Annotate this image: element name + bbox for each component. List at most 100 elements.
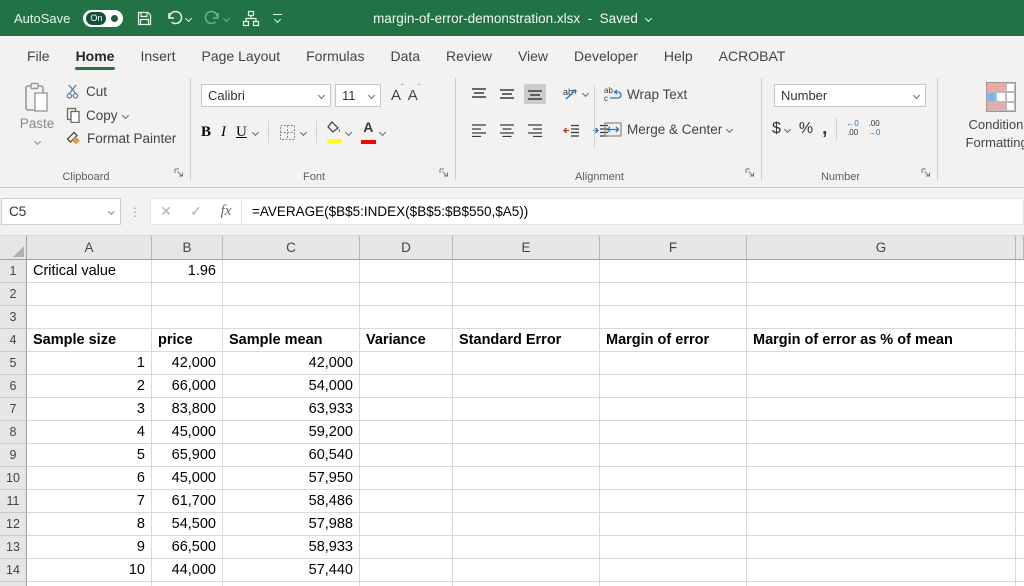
cell-G4[interactable]: Margin of error as % of mean bbox=[747, 329, 1016, 352]
quick-access-customize-icon[interactable] bbox=[273, 14, 282, 22]
cell-partial12[interactable] bbox=[1016, 513, 1024, 536]
row-header-14[interactable]: 14 bbox=[0, 559, 27, 582]
column-header-A[interactable]: A bbox=[27, 236, 152, 260]
align-left-button[interactable] bbox=[468, 120, 490, 140]
font-color-dropdown-icon[interactable] bbox=[379, 128, 386, 135]
cell-G13[interactable] bbox=[747, 536, 1016, 559]
cell-E5[interactable] bbox=[453, 352, 600, 375]
cell-G11[interactable] bbox=[747, 490, 1016, 513]
cell-C12[interactable]: 57,988 bbox=[223, 513, 360, 536]
cell-F1[interactable] bbox=[600, 260, 747, 283]
cell-D14[interactable] bbox=[360, 559, 453, 582]
cell-C6[interactable]: 54,000 bbox=[223, 375, 360, 398]
cell-D5[interactable] bbox=[360, 352, 453, 375]
cell-C11[interactable]: 58,486 bbox=[223, 490, 360, 513]
cell-B6[interactable]: 66,000 bbox=[152, 375, 223, 398]
cell-B15[interactable]: 57,000 bbox=[152, 582, 223, 586]
cell-B1[interactable]: 1.96 bbox=[152, 260, 223, 283]
align-middle-button[interactable] bbox=[496, 84, 518, 104]
cell-F5[interactable] bbox=[600, 352, 747, 375]
cell-E8[interactable] bbox=[453, 421, 600, 444]
row-header-5[interactable]: 5 bbox=[0, 352, 27, 375]
alignment-dialog-launcher[interactable] bbox=[745, 165, 755, 183]
cell-E2[interactable] bbox=[453, 283, 600, 306]
tab-formulas[interactable]: Formulas bbox=[293, 39, 377, 72]
autosave-toggle[interactable]: On bbox=[83, 10, 123, 27]
cell-E6[interactable] bbox=[453, 375, 600, 398]
fill-color-button[interactable] bbox=[327, 121, 342, 143]
cell-partial7[interactable] bbox=[1016, 398, 1024, 421]
cell-partial4[interactable] bbox=[1016, 329, 1024, 352]
cell-G10[interactable] bbox=[747, 467, 1016, 490]
borders-button[interactable] bbox=[279, 124, 306, 141]
conditional-formatting-button[interactable]: Conditional Formatting bbox=[956, 82, 1024, 151]
cell-A3[interactable] bbox=[27, 306, 152, 329]
cell-D11[interactable] bbox=[360, 490, 453, 513]
cell-B4[interactable]: price bbox=[152, 329, 223, 352]
align-right-button[interactable] bbox=[524, 120, 546, 140]
cell-B2[interactable] bbox=[152, 283, 223, 306]
cell-D7[interactable] bbox=[360, 398, 453, 421]
paste-dropdown-icon[interactable] bbox=[33, 138, 40, 145]
cell-A7[interactable]: 3 bbox=[27, 398, 152, 421]
column-header-C[interactable]: C bbox=[223, 236, 360, 260]
cell-C13[interactable]: 58,933 bbox=[223, 536, 360, 559]
cell-B14[interactable]: 44,000 bbox=[152, 559, 223, 582]
cell-D10[interactable] bbox=[360, 467, 453, 490]
cell-partial5[interactable] bbox=[1016, 352, 1024, 375]
row-header-8[interactable]: 8 bbox=[0, 421, 27, 444]
cell-F12[interactable] bbox=[600, 513, 747, 536]
font-dialog-launcher[interactable] bbox=[439, 165, 449, 183]
row-header-3[interactable]: 3 bbox=[0, 306, 27, 329]
cell-G3[interactable] bbox=[747, 306, 1016, 329]
cell-partial15[interactable] bbox=[1016, 582, 1024, 586]
cell-B10[interactable]: 45,000 bbox=[152, 467, 223, 490]
number-format-select[interactable]: Number bbox=[774, 84, 926, 107]
percent-button[interactable]: % bbox=[799, 120, 813, 138]
row-header-6[interactable]: 6 bbox=[0, 375, 27, 398]
cell-G8[interactable] bbox=[747, 421, 1016, 444]
cell-A2[interactable] bbox=[27, 283, 152, 306]
orientation-dropdown-icon[interactable] bbox=[582, 90, 589, 97]
cell-E1[interactable] bbox=[453, 260, 600, 283]
column-header-D[interactable]: D bbox=[360, 236, 453, 260]
select-all-corner[interactable] bbox=[0, 236, 27, 260]
cell-F6[interactable] bbox=[600, 375, 747, 398]
column-header-partial[interactable] bbox=[1016, 236, 1024, 260]
cell-C4[interactable]: Sample mean bbox=[223, 329, 360, 352]
redo-button[interactable] bbox=[204, 10, 229, 26]
tab-page-layout[interactable]: Page Layout bbox=[188, 39, 293, 72]
cell-B7[interactable]: 83,800 bbox=[152, 398, 223, 421]
cell-F10[interactable] bbox=[600, 467, 747, 490]
cell-E15[interactable] bbox=[453, 582, 600, 586]
cell-G1[interactable] bbox=[747, 260, 1016, 283]
font-color-button[interactable]: A bbox=[361, 120, 376, 144]
cell-D3[interactable] bbox=[360, 306, 453, 329]
cell-F4[interactable]: Margin of error bbox=[600, 329, 747, 352]
cell-F11[interactable] bbox=[600, 490, 747, 513]
cell-C14[interactable]: 57,440 bbox=[223, 559, 360, 582]
borders-dropdown-icon[interactable] bbox=[300, 128, 307, 135]
font-name-select[interactable]: Calibri bbox=[201, 84, 331, 107]
title-dropdown-icon[interactable] bbox=[645, 14, 652, 21]
cell-partial2[interactable] bbox=[1016, 283, 1024, 306]
tab-acrobat[interactable]: ACROBAT bbox=[706, 39, 799, 72]
cell-G7[interactable] bbox=[747, 398, 1016, 421]
cell-E11[interactable] bbox=[453, 490, 600, 513]
cell-B5[interactable]: 42,000 bbox=[152, 352, 223, 375]
cell-F13[interactable] bbox=[600, 536, 747, 559]
cell-D6[interactable] bbox=[360, 375, 453, 398]
undo-button[interactable] bbox=[166, 10, 191, 26]
cell-A8[interactable]: 4 bbox=[27, 421, 152, 444]
copy-button[interactable]: Copy bbox=[66, 107, 176, 123]
grow-font-button[interactable]: Aˆ bbox=[391, 87, 404, 104]
column-header-E[interactable]: E bbox=[453, 236, 600, 260]
cell-B13[interactable]: 66,500 bbox=[152, 536, 223, 559]
cell-C15[interactable]: 57,400 bbox=[223, 582, 360, 586]
cell-F14[interactable] bbox=[600, 559, 747, 582]
cell-C1[interactable] bbox=[223, 260, 360, 283]
formula-input[interactable]: =AVERAGE($B$5:INDEX($B$5:$B$550,$A5)) bbox=[242, 198, 1024, 225]
comma-style-button[interactable]: , bbox=[822, 118, 827, 140]
column-header-F[interactable]: F bbox=[600, 236, 747, 260]
tab-developer[interactable]: Developer bbox=[561, 39, 651, 72]
